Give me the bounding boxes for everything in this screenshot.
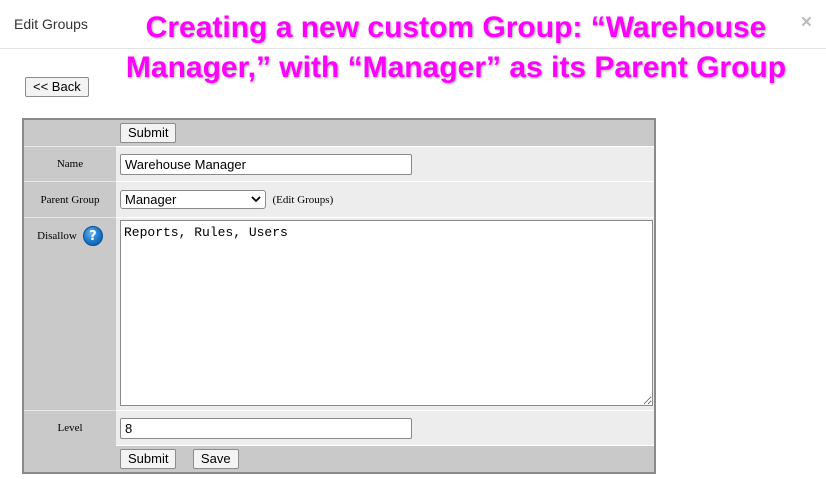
name-input[interactable]	[120, 153, 412, 175]
level-input[interactable]	[120, 417, 412, 439]
level-cell	[116, 410, 655, 446]
parent-group-row: Parent Group Manager (Edit Groups)	[23, 181, 655, 218]
bottom-spacer-cell	[23, 445, 116, 473]
dialog-title: Edit Groups	[14, 16, 88, 32]
bottom-buttons-cell: Submit Save	[116, 445, 655, 473]
name-label: Name	[23, 146, 116, 182]
disallow-label-cell: Disallow ?	[23, 217, 116, 411]
question-help-icon[interactable]: ?	[82, 226, 103, 246]
disallow-row: Disallow ? Reports, Rules, Users	[23, 217, 655, 411]
parent-group-selected: Manager	[125, 192, 177, 207]
level-label: Level	[23, 410, 116, 446]
disallow-label: Disallow	[37, 230, 77, 242]
back-button[interactable]: << Back	[25, 77, 89, 97]
form-bottom-row: Submit Save	[23, 445, 655, 473]
name-cell	[116, 146, 655, 182]
edit-group-form: Submit Name Parent Group Manager (Edit G…	[22, 118, 656, 474]
parent-group-label: Parent Group	[23, 181, 116, 218]
chevron-down-icon	[251, 191, 261, 214]
caption-line-2: Manager,” with “Manager” as its Parent G…	[125, 51, 787, 84]
submit-button-top[interactable]: Submit	[120, 123, 177, 143]
caption-line-1: Creating a new custom Group: “Warehouse	[145, 11, 767, 44]
level-row: Level	[23, 410, 655, 446]
parent-group-select[interactable]: Manager	[120, 190, 266, 209]
save-button[interactable]: Save	[192, 449, 239, 469]
form-top-row: Submit	[23, 118, 655, 147]
disallow-cell: Reports, Rules, Users	[116, 217, 655, 411]
top-submit-cell: Submit	[116, 118, 655, 147]
annotation-caption: Creating a new custom Group: “Warehouse …	[96, 8, 816, 88]
top-spacer-cell	[23, 119, 116, 147]
disallow-textarea[interactable]: Reports, Rules, Users	[120, 220, 653, 406]
edit-groups-link[interactable]: (Edit Groups)	[272, 194, 333, 206]
parent-group-cell: Manager (Edit Groups)	[116, 181, 655, 218]
name-row: Name	[23, 146, 655, 182]
disallow-label-wrap: Disallow ?	[24, 218, 116, 246]
submit-button-bottom[interactable]: Submit	[120, 449, 177, 469]
